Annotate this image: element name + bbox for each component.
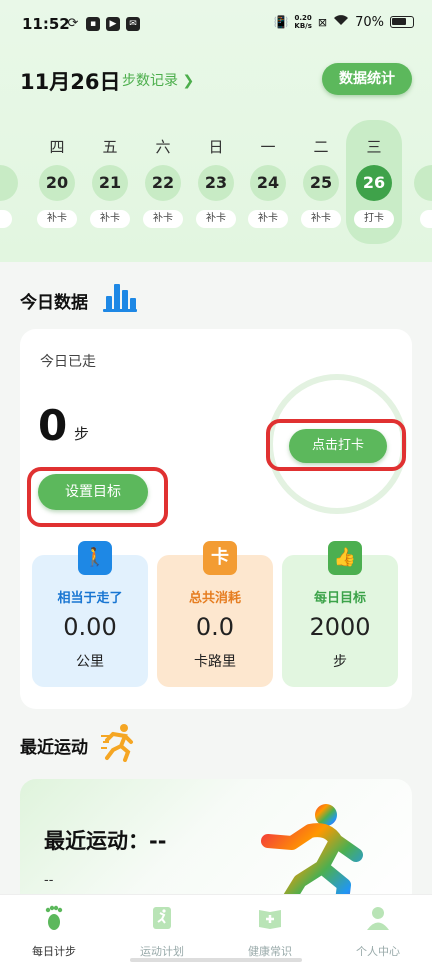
step-unit: 步 (74, 425, 90, 443)
day-1[interactable]: 五 21 补卡 (88, 120, 132, 248)
battery-percent: 70% (355, 14, 384, 30)
status-time: 11:52 (22, 15, 70, 33)
stat-box-2: 👍 每日目标 2000 步 (282, 541, 398, 687)
data-stats-button[interactable]: 数据统计 (322, 63, 412, 95)
step-record-link[interactable]: 步数记录 ❯ (122, 70, 194, 90)
weekday-label: 五 (102, 138, 118, 156)
previous-day-partial[interactable] (0, 165, 18, 201)
makeup-tag[interactable]: 补卡 (90, 210, 130, 228)
running-icon (101, 722, 135, 762)
previous-day-tag-partial (0, 210, 12, 228)
makeup-tag[interactable]: 补卡 (143, 210, 183, 228)
step-count: 0 (38, 401, 68, 450)
today-data-title: 今日数据 (20, 293, 88, 313)
stat-box-0: 🚶 相当于走了 0.00 公里 (32, 541, 148, 687)
weekday-label: 一 (260, 138, 276, 156)
sim-off-icon: ⊠ (317, 15, 328, 29)
recent-sport-detail: -- (44, 873, 54, 888)
footprint-icon (45, 905, 63, 930)
day-0[interactable]: 四 20 补卡 (35, 120, 79, 248)
day-number[interactable]: 22 (145, 165, 181, 201)
day-number[interactable]: 26 (356, 165, 392, 201)
wifi-icon (333, 14, 349, 30)
current-date: 11月26日 (20, 70, 121, 94)
home-indicator (130, 958, 302, 962)
network-speed-unit: KB/s (294, 22, 312, 30)
weekday-label: 六 (155, 138, 171, 156)
recent-sport-headline: 最近运动：-- (44, 829, 167, 853)
day-number[interactable]: 24 (250, 165, 286, 201)
recent-sport-title: 最近运动 (20, 738, 88, 758)
stat-unit: 步 (333, 654, 347, 670)
weekday-label: 二 (313, 138, 329, 156)
recent-sport-card[interactable]: 最近运动：-- -- (20, 779, 412, 909)
makeup-tag[interactable]: 补卡 (248, 210, 288, 228)
plan-book-icon (153, 907, 171, 929)
makeup-tag[interactable]: 补卡 (301, 210, 341, 228)
walking-person-icon: 🚶 (78, 541, 112, 575)
nav-label: 健康常识 (248, 945, 292, 958)
health-book-icon (259, 910, 281, 929)
makeup-tag[interactable]: 补卡 (37, 210, 77, 228)
day-6[interactable]: 三 26 打卡 (346, 120, 402, 244)
bottom-nav: 每日计步 运动计划 健康常识 个人中心 (0, 894, 432, 964)
nav-label: 每日计步 (32, 945, 76, 958)
nav-label: 个人中心 (356, 945, 400, 958)
highlight-set-goal (27, 467, 168, 527)
weekday-label: 四 (49, 138, 65, 156)
play-notification-icon: ▶ (106, 17, 120, 31)
stat-unit: 公里 (76, 654, 104, 670)
next-day-tag-partial (420, 210, 432, 228)
nav-health-tips[interactable]: 健康常识 (216, 895, 324, 964)
person-icon (367, 907, 389, 930)
stat-label: 总共消耗 (188, 591, 241, 606)
app-notification-icon: ▪ (86, 17, 100, 31)
nav-profile[interactable]: 个人中心 (324, 895, 432, 964)
app-notification-icon: ⟳ (67, 16, 79, 31)
weekday-label: 三 (366, 138, 382, 156)
stat-label: 每日目标 (313, 591, 366, 606)
day-4[interactable]: 一 24 补卡 (246, 120, 290, 248)
nav-label: 运动计划 (140, 945, 184, 958)
weekday-label: 日 (208, 138, 224, 156)
notification-icons: ⟳ ▪ ▶ ✉ (66, 17, 140, 31)
day-number[interactable]: 21 (92, 165, 128, 201)
stat-value: 2000 (309, 613, 371, 641)
stat-unit: 卡路里 (194, 654, 236, 670)
status-indicators: 📳 0.20 KB/s ⊠ 70% (273, 14, 414, 30)
stat-box-1: 卡总共消耗 0.0 卡路里 (157, 541, 273, 687)
day-number[interactable]: 23 (198, 165, 234, 201)
vibrate-icon: 📳 (273, 15, 289, 29)
day-2[interactable]: 六 22 补卡 (141, 120, 185, 248)
network-speed-value: 0.20 (294, 14, 312, 22)
bar-chart-icon (103, 282, 137, 312)
day-number[interactable]: 20 (39, 165, 75, 201)
runner-illustration (261, 804, 363, 909)
highlight-check-in (266, 419, 406, 471)
check-in-tag[interactable]: 打卡 (354, 210, 394, 228)
makeup-tag[interactable]: 补卡 (196, 210, 236, 228)
day-3[interactable]: 日 23 补卡 (194, 120, 238, 248)
calorie-card-icon: 卡 (203, 541, 237, 575)
network-speed: 0.20 KB/s (294, 14, 311, 30)
status-bar: 11:52 ⟳ ▪ ▶ ✉ 📳 0.20 KB/s ⊠ 70% (0, 0, 432, 50)
day-5[interactable]: 二 25 补卡 (299, 120, 343, 248)
thumbs-up-icon: 👍 (328, 541, 362, 575)
day-number[interactable]: 25 (303, 165, 339, 201)
week-strip: 四 20 补卡 五 21 补卡 六 22 补卡 日 23 补卡 一 24 补卡 二 25 补卡 三 26 打卡 (0, 120, 432, 248)
nav-daily-steps[interactable]: 每日计步 (0, 895, 108, 964)
stat-value: 0.00 (63, 613, 117, 641)
battery-icon (390, 16, 414, 28)
stat-label: 相当于走了 (57, 591, 123, 606)
nav-sport-plan[interactable]: 运动计划 (108, 895, 216, 964)
walked-label: 今日已走 (40, 354, 96, 370)
stat-value: 0.0 (195, 613, 235, 641)
next-day-partial[interactable] (414, 165, 432, 201)
message-notification-icon: ✉ (126, 17, 140, 31)
